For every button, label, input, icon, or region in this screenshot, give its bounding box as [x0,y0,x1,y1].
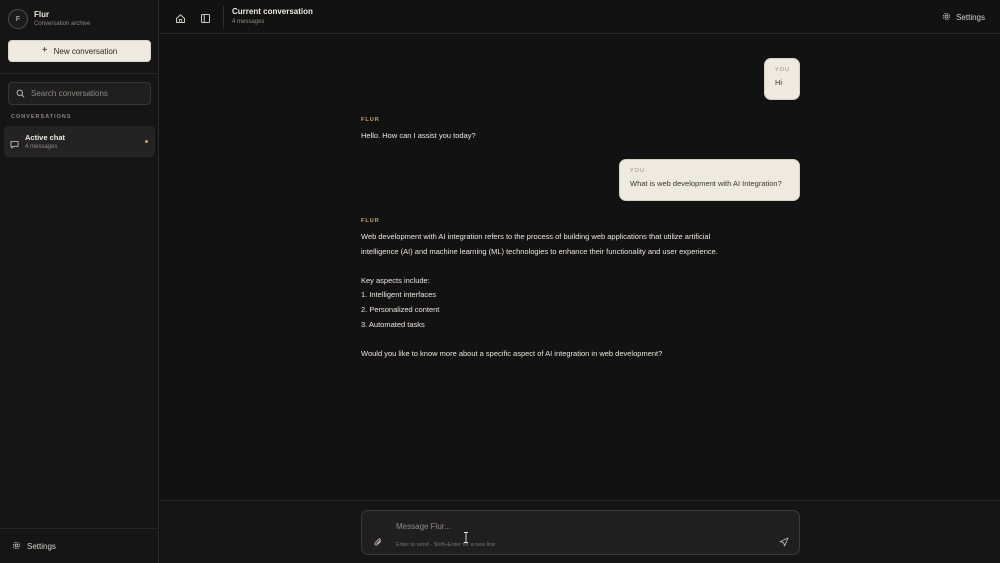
message-author: YOU [630,168,645,174]
message-count: 4 messages [232,19,265,25]
message-line [361,332,761,347]
home-icon[interactable] [175,11,186,29]
new-conversation-button[interactable]: + New conversation [8,40,151,62]
assistant-message: Hello. How can I assist you today? [361,131,476,140]
message-line: 2. Personalized content [361,304,440,314]
avatar: F [8,9,28,29]
message-line: Web development with AI integration refe… [361,232,711,241]
message-line [361,259,761,274]
search-icon [16,85,25,103]
message-line: Would you like to know more about a spec… [361,348,663,358]
gear-icon [12,541,21,552]
sidebar-settings-button[interactable]: Settings [12,541,56,552]
paperclip-icon[interactable] [373,535,383,553]
user-message: YOU What is web development with AI Inte… [619,159,800,201]
message-text: Hi [775,78,783,87]
brand: F Flur Conversation archive [8,9,90,29]
section-label: CONVERSATIONS [11,114,72,120]
text-cursor-icon [463,530,469,543]
brand-subtitle: Conversation archive [34,20,91,27]
page-title: Current conversation [232,7,313,16]
message-author: FLUR [361,117,380,123]
sidebar: F Flur Conversation archive + New conver… [0,0,159,563]
plus-icon: + [41,45,48,56]
message-line: intelligence (AI) and machine learning (… [361,246,718,256]
search-box[interactable] [8,82,151,105]
new-conversation-label: New conversation [53,46,118,56]
message-author: FLUR [361,218,380,224]
message-text: What is web development with AI Integrat… [630,179,782,188]
active-indicator [145,140,148,143]
message-composer[interactable]: Message Flur... Enter to send · Shift+En… [361,510,800,555]
message-input[interactable]: Message Flur... [396,522,451,531]
divider [223,6,224,28]
divider [0,528,159,529]
settings-label: Settings [27,542,56,551]
sidebar-toggle-icon[interactable] [200,11,211,29]
conversation-item[interactable]: Active chat 4 messages [4,126,155,157]
user-message: YOU Hi [764,58,800,100]
settings-button[interactable]: Settings [942,12,985,23]
message-line: 3. Automated tasks [361,319,425,329]
message-line: Key aspects include: [361,275,430,285]
chat-bubble-icon [10,136,19,154]
send-icon[interactable] [779,534,789,552]
conversation-title: Active chat [25,133,66,142]
brand-name: Flur [34,9,50,19]
divider [0,73,159,74]
search-input[interactable] [31,89,141,98]
settings-label: Settings [956,13,985,22]
message-author: YOU [775,67,790,73]
gear-icon [942,12,951,23]
assistant-message: Web development with AI integration refe… [361,230,761,361]
topbar: Current conversation 4 messages Settings [160,0,1000,34]
composer-hint: Enter to send · Shift+Enter for a new li… [396,542,496,548]
message-line: 1. Intelligent interfaces [361,290,437,300]
conversation-count: 4 messages [25,144,58,150]
